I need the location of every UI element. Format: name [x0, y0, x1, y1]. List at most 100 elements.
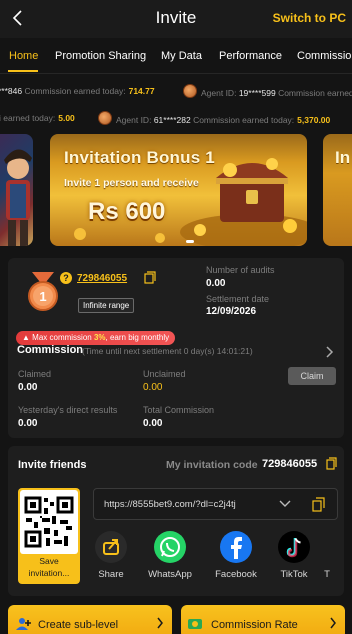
ticker-text: i earned today:: [0, 113, 56, 123]
active-tab-indicator: [8, 70, 38, 72]
more-share-button[interactable]: T: [317, 531, 337, 580]
carousel-indicator: [186, 240, 200, 243]
range-tag: Infinite range: [78, 298, 135, 313]
invite-friends-card: Invite friends My invitation code 729846…: [8, 446, 344, 596]
banner-title: Invitation Bonus 1: [64, 148, 215, 167]
create-sub-level-button[interactable]: Create sub-level: [8, 605, 172, 634]
ticker-item: i earned today: 5.00: [0, 113, 75, 123]
whatsapp-label: WhatsApp: [148, 569, 192, 580]
ticker-item: Agent ID: 61****282 Commission earned to…: [98, 111, 331, 127]
ticker-value: 714.77: [128, 86, 155, 96]
total-commission-value: 0.00: [143, 418, 163, 429]
promo-banner-carousel[interactable]: Invitation Bonus 1 Invite 1 person and r…: [0, 134, 352, 246]
tab-promotion-sharing[interactable]: Promotion Sharing: [55, 50, 146, 62]
settlement-countdown: (Time until next settlement 0 day(s) 14:…: [82, 346, 253, 356]
ticker-item: ***846 Commission earned today: 714.77: [0, 86, 155, 96]
qr-code-save-button[interactable]: Save invitation...: [18, 488, 80, 584]
chevron-right-icon: [157, 617, 163, 629]
copy-code-icon[interactable]: [326, 457, 337, 470]
banner-amount: Rs 600: [88, 198, 166, 225]
share-button[interactable]: Share: [88, 531, 134, 580]
ticker-value: 5,370.00: [297, 115, 331, 125]
invitation-link-field[interactable]: https://8555bet9.com/?dl=c2j4tj: [93, 488, 338, 520]
yesterday-results-value: 0.00: [18, 418, 38, 429]
settlement-date-value: 12/09/2026: [206, 306, 257, 317]
commission-ticker-row-2: i earned today: 5.00 Agent ID: 61****282 …: [0, 107, 352, 129]
claimed-label: Claimed: [18, 369, 52, 379]
banner-slide-current[interactable]: Invitation Bonus 1 Invite 1 person and r…: [50, 134, 307, 246]
ticker-agent-id: 19****599: [238, 88, 276, 98]
max-commission-badge: ▲ Max commission 3%, earn big monthly: [16, 331, 176, 345]
ticker-label: Agent ID:: [116, 115, 152, 125]
ticker-text: Commission earned today:: [24, 86, 126, 96]
tab-performance[interactable]: Performance: [219, 50, 282, 62]
facebook-share-button[interactable]: Facebook: [213, 531, 259, 580]
copy-link-icon[interactable]: [312, 497, 325, 512]
agent-badge-icon: [183, 84, 197, 98]
promo-text-suffix: , earn big monthly: [105, 333, 170, 342]
switch-to-pc-link[interactable]: Switch to PC: [273, 11, 346, 25]
more-label: T: [324, 569, 330, 580]
save-invitation-label: Save invitation...: [28, 556, 70, 578]
total-commission-label: Total Commission: [143, 405, 215, 415]
banner-slide-previous[interactable]: [0, 134, 33, 246]
add-user-icon: [16, 618, 31, 630]
tab-bar: Home Promotion Sharing My Data Performan…: [0, 38, 352, 74]
agent-id: 729846055: [77, 273, 128, 284]
share-label: Share: [98, 569, 124, 580]
claim-button[interactable]: Claim: [288, 367, 336, 385]
tab-home[interactable]: Home: [9, 50, 38, 62]
ticker-value: 5.00: [58, 113, 75, 123]
pirate-character-image: [4, 149, 32, 246]
facebook-label: Facebook: [215, 569, 257, 580]
invitation-link: https://8555bet9.com/?dl=c2j4tj: [104, 499, 236, 510]
ticker-user-id: ***846: [0, 86, 23, 96]
ticker-text: Commission earned today:: [193, 115, 295, 125]
commission-ticker-row-1: ***846 Commission earned today: 714.77 Ag…: [0, 80, 352, 102]
banner-subtitle: Invite 1 person and receive: [64, 177, 199, 189]
tiktok-icon: [278, 531, 310, 563]
facebook-icon: [220, 531, 252, 563]
ticker-label: Agent ID:: [201, 88, 237, 98]
create-sub-level-label: Create sub-level: [38, 619, 119, 631]
banner-slide-next[interactable]: In: [323, 134, 352, 246]
yesterday-results-label: Yesterday's direct results: [18, 405, 118, 415]
more-icon: [317, 531, 337, 563]
invite-friends-title: Invite friends: [18, 459, 87, 471]
ticker-agent-id: 61****282: [153, 115, 191, 125]
unclaimed-label: Unclaimed: [143, 369, 186, 379]
unclaimed-value: 0.00: [143, 382, 163, 393]
tab-my-data[interactable]: My Data: [161, 50, 202, 62]
banner-next-title: In: [335, 148, 351, 167]
carousel-dot-active: [186, 240, 194, 243]
commission-rate-button[interactable]: Commission Rate: [181, 605, 345, 634]
help-icon[interactable]: ?: [60, 272, 72, 284]
agent-badge-icon: [98, 111, 112, 125]
promo-percent: 3%: [93, 333, 106, 342]
audits-value: 0.00: [206, 278, 226, 289]
commission-title: Commission: [17, 344, 84, 356]
commission-card: 1 ? 729846055 Infinite range Number of a…: [8, 258, 344, 438]
invitation-code-label: My invitation code: [166, 459, 258, 471]
commission-rate-icon: [188, 619, 202, 629]
level-number: 1: [39, 289, 46, 304]
chevron-down-icon[interactable]: [279, 499, 291, 509]
whatsapp-icon: [154, 531, 186, 563]
promo-text: Max commission: [32, 333, 94, 342]
level-medal-icon: 1: [28, 272, 58, 311]
copy-icon[interactable]: [144, 271, 156, 284]
invitation-code: 729846055: [262, 458, 318, 470]
tiktok-share-button[interactable]: TikTok: [271, 531, 317, 580]
claimed-value: 0.00: [18, 382, 38, 393]
commission-rate-label: Commission Rate: [211, 619, 298, 631]
fire-icon: ▲: [22, 333, 30, 342]
ticker-text: Commission earned: [278, 88, 352, 98]
tiktok-label: TikTok: [280, 569, 308, 580]
audits-label: Number of audits: [206, 265, 275, 275]
share-icon: [95, 531, 127, 563]
qr-code-image: [20, 490, 78, 554]
whatsapp-share-button[interactable]: WhatsApp: [147, 531, 193, 580]
chevron-right-icon[interactable]: [325, 346, 334, 358]
tab-commission[interactable]: Commission: [297, 50, 352, 62]
settlement-date-label: Settlement date: [206, 294, 270, 304]
